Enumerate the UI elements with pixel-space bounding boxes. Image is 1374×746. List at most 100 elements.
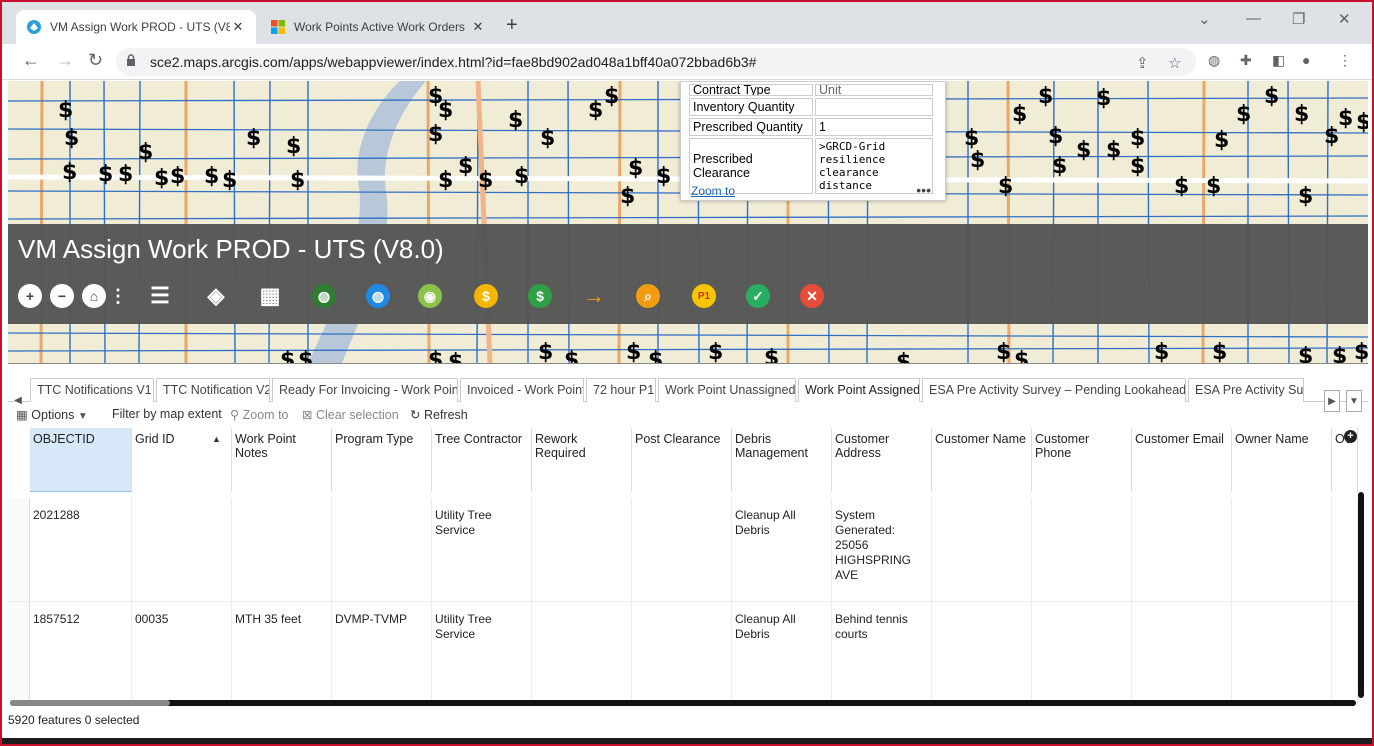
new-tab-icon[interactable]: + xyxy=(506,14,518,37)
column-header[interactable]: Customer Email xyxy=(1132,428,1232,492)
reload-icon[interactable]: ↻ xyxy=(88,50,103,71)
table-cell[interactable] xyxy=(532,602,632,704)
profile-avatar-icon[interactable]: ● xyxy=(1302,52,1310,68)
column-header[interactable]: Debris Management xyxy=(732,428,832,492)
table-cell[interactable] xyxy=(232,498,332,601)
table-cell[interactable]: 2021288 xyxy=(30,498,132,601)
column-header[interactable]: Program Type xyxy=(332,428,432,492)
restore-icon[interactable]: ❐ xyxy=(1292,10,1305,28)
refresh-button[interactable]: ↻ Refresh xyxy=(410,407,468,422)
column-header[interactable]: Tree Contractor xyxy=(432,428,532,492)
column-header[interactable]: OBJECTID xyxy=(30,428,132,492)
table-row[interactable]: 2021288 Utility Tree Service Cleanup All D… xyxy=(8,498,1358,602)
table-cell[interactable] xyxy=(1232,498,1332,601)
layer-list-icon[interactable]: ☰ xyxy=(148,283,172,308)
address-bar[interactable]: sce2.maps.arcgis.com/apps/webappviewer/i… xyxy=(116,48,1196,76)
table-cell[interactable]: DVMP-TVMP xyxy=(332,602,432,704)
column-header[interactable]: Rework Required xyxy=(532,428,632,492)
extension-globe-icon[interactable]: ◍ xyxy=(1208,52,1220,69)
table-cell[interactable] xyxy=(332,498,432,601)
attribute-tab[interactable]: 72 hour P1 xyxy=(586,378,656,402)
layers-icon[interactable]: ◈ xyxy=(204,283,228,308)
table-cell[interactable]: MTH 35 feet xyxy=(232,602,332,704)
table-cell[interactable] xyxy=(1332,498,1358,601)
table-cell[interactable] xyxy=(1232,602,1332,704)
column-header[interactable]: Customer Phone xyxy=(1032,428,1132,492)
table-cell[interactable]: 00035 xyxy=(132,602,232,704)
table-cell[interactable] xyxy=(932,602,1032,704)
table-row[interactable]: 1857512 00035 MTH 35 feet DVMP-TVMP Utility … xyxy=(8,602,1358,704)
table-cell[interactable] xyxy=(532,498,632,601)
column-header[interactable]: Customer Address xyxy=(832,428,932,492)
table-cell[interactable]: Utility Tree Service xyxy=(432,602,532,704)
close-icon[interactable]: ✕ xyxy=(800,284,824,308)
attribute-tab[interactable]: TTC Notifications V1 xyxy=(30,378,154,402)
table-cell[interactable] xyxy=(632,602,732,704)
share-icon[interactable]: ⇪ xyxy=(1136,54,1149,72)
options-menu[interactable]: ▦ Options ▼ xyxy=(16,407,88,422)
zoom-in-icon[interactable]: + xyxy=(18,284,42,308)
row-selector[interactable] xyxy=(8,602,30,704)
zoom-to-button[interactable]: ⚲ Zoom to xyxy=(230,407,289,422)
attribute-tab[interactable]: Work Point Assigned xyxy=(798,378,920,402)
column-header[interactable]: Work Point Notes xyxy=(232,428,332,492)
basemap-icon[interactable]: ◍ xyxy=(312,284,336,308)
grid-icon[interactable]: ▦ xyxy=(258,283,282,308)
attribute-tab[interactable]: Work Point Unassigned xyxy=(658,378,796,402)
attribute-tab[interactable]: Invoiced - Work Point xyxy=(460,378,584,402)
tab-close-icon[interactable]: ✕ xyxy=(470,19,486,35)
tab-search-icon[interactable]: ⌄ xyxy=(1198,10,1211,28)
popup-zoom-to-link[interactable]: Zoom to xyxy=(691,184,735,198)
zoom-out-icon[interactable]: − xyxy=(50,284,74,308)
map-view[interactable]: $ $ $ $ $ $ $ $ $ $ $ $ $ $ $ $ $ $ $ $ $ $ $ $ $ $ $ $ $ $ $ $ $ $ $ $ $ $ $ $… xyxy=(8,81,1368,363)
extensions-puzzle-icon[interactable]: ✚ xyxy=(1240,52,1252,69)
map-pin-icon[interactable]: ◉ xyxy=(418,284,442,308)
bookmark-star-icon[interactable]: ☆ xyxy=(1168,54,1181,72)
globe-icon[interactable]: ◍ xyxy=(366,284,390,308)
clear-selection-button[interactable]: ⊠ Clear selection xyxy=(302,407,399,422)
arrow-circle-icon[interactable]: → xyxy=(582,283,606,308)
table-cell[interactable]: Utility Tree Service xyxy=(432,498,532,601)
browser-tab[interactable]: Work Points Active Work Orders ✕ xyxy=(260,10,496,44)
table-cell[interactable] xyxy=(632,498,732,601)
table-cell[interactable] xyxy=(932,498,1032,601)
check-icon[interactable]: ✓ xyxy=(746,284,770,308)
table-cell[interactable]: Cleanup All Debris xyxy=(732,498,832,601)
table-cell[interactable] xyxy=(1032,602,1132,704)
table-cell[interactable]: Cleanup All Debris xyxy=(732,602,832,704)
search-icon[interactable]: ⌕ xyxy=(636,284,660,308)
p1-icon[interactable]: P1 xyxy=(692,284,716,308)
sort-ascending-icon[interactable]: ▲ xyxy=(212,434,221,444)
home-icon[interactable]: ⌂ xyxy=(82,284,106,308)
column-header[interactable]: Owner Name xyxy=(1232,428,1332,492)
table-cell[interactable] xyxy=(1132,498,1232,601)
row-selector[interactable] xyxy=(8,498,30,601)
vertical-scrollbar[interactable] xyxy=(1358,492,1364,698)
table-cell[interactable] xyxy=(1032,498,1132,601)
filter-by-map-extent-button[interactable]: Filter by map extent xyxy=(112,407,222,421)
table-cell[interactable] xyxy=(1332,602,1358,704)
popup-more-icon[interactable]: ••• xyxy=(916,182,931,198)
table-cell[interactable] xyxy=(1132,602,1232,704)
side-panel-icon[interactable]: ◧ xyxy=(1272,52,1285,69)
more-tools-icon[interactable]: ⋮ xyxy=(109,284,127,308)
attribute-tab[interactable]: Ready For Invoicing - Work Point xyxy=(272,378,458,402)
dollar-icon[interactable]: $ xyxy=(528,284,552,308)
column-header[interactable]: Customer Name xyxy=(932,428,1032,492)
window-close-icon[interactable]: ✕ xyxy=(1338,10,1351,28)
attribute-tab[interactable]: ESA Pre Activity Survey – Pending Lookah… xyxy=(922,378,1186,402)
coin-icon[interactable]: $ xyxy=(474,284,498,308)
minimize-icon[interactable]: — xyxy=(1246,10,1261,27)
table-cell[interactable]: Behind tennis courts xyxy=(832,602,932,704)
column-header[interactable]: Post Clearance xyxy=(632,428,732,492)
tab-close-icon[interactable]: ✕ xyxy=(230,19,246,35)
attribute-tab[interactable]: ESA Pre Activity Surv xyxy=(1188,378,1304,402)
forward-icon[interactable]: → xyxy=(56,50,74,71)
back-icon[interactable]: ← xyxy=(22,50,40,71)
table-cell[interactable]: System Generated: 25056 HIGHSPRING AVE xyxy=(832,498,932,601)
horizontal-scrollbar-thumb[interactable] xyxy=(10,700,170,706)
browser-tab-active[interactable]: VM Assign Work PROD - UTS (V8.0) ✕ xyxy=(16,10,256,44)
table-cell[interactable]: 1857512 xyxy=(30,602,132,704)
horizontal-scrollbar[interactable] xyxy=(10,700,1356,706)
table-cell[interactable] xyxy=(132,498,232,601)
